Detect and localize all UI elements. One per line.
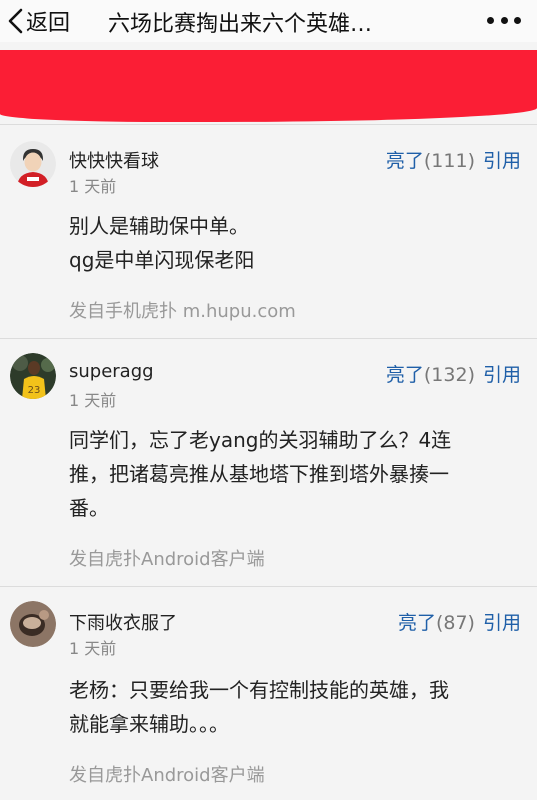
avatar-player-icon: 23	[10, 353, 56, 399]
like-button[interactable]: 亮了(132)	[386, 360, 475, 387]
more-dots-icon	[487, 16, 494, 24]
banner-red-strip	[0, 50, 537, 122]
avatar[interactable]	[10, 601, 56, 647]
avatar[interactable]: 23	[10, 353, 56, 399]
like-count: (87)	[435, 612, 475, 634]
avatar-default-icon	[10, 141, 56, 187]
like-label: 亮了	[385, 364, 424, 386]
comment-actions: 亮了(111) 引用	[386, 146, 521, 173]
comment-actions: 亮了(87) 引用	[398, 608, 521, 635]
quote-button[interactable]: 引用	[483, 146, 521, 173]
back-button[interactable]: 返回	[6, 5, 70, 37]
timestamp: 1 天前	[69, 177, 117, 196]
like-count: (132)	[423, 364, 475, 386]
more-dots-icon	[514, 16, 521, 24]
comment-line: 老杨：只要给我一个有控制技能的英雄，我	[69, 678, 449, 702]
username[interactable]: 快快快看球	[69, 147, 159, 173]
username[interactable]: superagg	[69, 361, 154, 382]
more-button[interactable]	[487, 8, 521, 32]
banner	[0, 42, 537, 126]
comment-line: qg是中单闪现保老阳	[69, 248, 255, 272]
source-link[interactable]: 发自虎扑Android客户端	[69, 761, 265, 787]
username[interactable]: 下雨收衣服了	[69, 609, 177, 635]
quote-button[interactable]: 引用	[483, 608, 521, 635]
nav-bar: 返回 六场比赛掏出来六个英雄…	[0, 0, 537, 42]
quote-button[interactable]: 引用	[483, 360, 521, 387]
comment-line: 推，把诸葛亮推从基地塔下推到塔外暴揍一	[69, 462, 449, 486]
svg-text:23: 23	[28, 385, 41, 396]
like-button[interactable]: 亮了(87)	[398, 608, 475, 635]
like-button[interactable]: 亮了(111)	[386, 146, 475, 173]
back-label: 返回	[26, 11, 71, 36]
like-label: 亮了	[385, 150, 424, 172]
more-dots-icon	[500, 16, 508, 24]
comment-body: 同学们，忘了老yang的关羽辅助了么？4连 推，把诸葛亮推从基地塔下推到塔外暴揍…	[69, 423, 519, 525]
source-link[interactable]: 发自虎扑Android客户端	[69, 545, 265, 571]
comment-item: 下雨收衣服了 1 天前 亮了(87) 引用 老杨：只要给我一个有控制技能的英雄，…	[0, 586, 537, 800]
comment-line: 番。	[69, 496, 109, 520]
comment-body: 别人是辅助保中单。 qg是中单闪现保老阳	[69, 209, 519, 277]
source-link[interactable]: 发自手机虎扑 m.hupu.com	[69, 297, 296, 323]
comment-body: 老杨：只要给我一个有控制技能的英雄，我 就能拿来辅助。。。	[69, 673, 519, 741]
avatar-photo-icon	[10, 601, 56, 647]
back-chevron-icon	[8, 8, 23, 34]
like-label: 亮了	[397, 612, 436, 634]
comment-line: 同学们，忘了老yang的关羽辅助了么？4连	[69, 428, 452, 452]
avatar[interactable]	[10, 141, 56, 187]
page-title: 六场比赛掏出来六个英雄…	[108, 12, 373, 37]
like-count: (111)	[423, 150, 475, 172]
comment-line: 别人是辅助保中单。	[69, 214, 249, 238]
comment-item: 快快快看球 1 天前 亮了(111) 引用 别人是辅助保中单。 qg是中单闪现保…	[0, 124, 537, 338]
timestamp: 1 天前	[69, 391, 117, 410]
comment-line: 就能拿来辅助。。。	[69, 712, 229, 736]
comment-actions: 亮了(132) 引用	[386, 360, 521, 387]
comment-item: 23 superagg 1 天前 亮了(132) 引用 同学们，忘了老yang的…	[0, 338, 537, 586]
timestamp: 1 天前	[69, 639, 117, 658]
